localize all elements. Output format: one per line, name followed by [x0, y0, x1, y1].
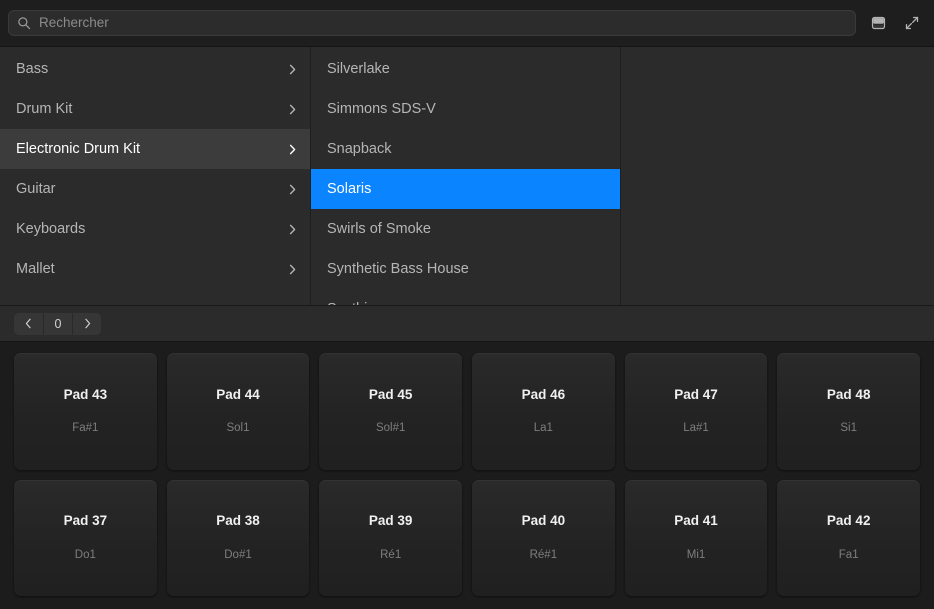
- chevron-right-icon[interactable]: [287, 144, 298, 155]
- collapse-arrows-icon[interactable]: [900, 11, 924, 35]
- pad-note: Fa#1: [72, 422, 99, 435]
- pad-button[interactable]: Pad 47 La#1: [624, 353, 768, 470]
- pad-button[interactable]: Pad 40 Ré#1: [472, 479, 615, 596]
- pad-name: Pad 48: [826, 386, 871, 402]
- plugin-window: Bass Drum Kit Electronic Drum Kit Guitar Key…: [0, 0, 934, 609]
- pad-note: Si1: [840, 422, 857, 435]
- preset-label: Simmons SDS-V: [327, 101, 436, 117]
- preset-row[interactable]: Swirls of Smoke: [311, 209, 620, 249]
- preset-row[interactable]: Synthia: [311, 289, 620, 305]
- preset-row[interactable]: Silverlake: [311, 49, 620, 89]
- preset-label: Swirls of Smoke: [327, 221, 431, 237]
- preset-list: Silverlake Simmons SDS-V Snapback Solaris Sw…: [311, 47, 620, 305]
- category-label: Drum Kit: [16, 101, 73, 117]
- page-number[interactable]: 0: [43, 312, 72, 335]
- pad-name: Pad 42: [826, 513, 871, 529]
- pad-name: Pad 41: [674, 513, 718, 529]
- preset-row[interactable]: Simmons SDS-V: [311, 89, 620, 129]
- category-row[interactable]: Guitar: [0, 169, 310, 209]
- pad-name: Pad 38: [216, 513, 260, 529]
- pad-name: Pad 43: [63, 386, 108, 402]
- category-label: Guitar: [16, 181, 56, 197]
- preset-column[interactable]: Silverlake Simmons SDS-V Snapback Solaris Sw…: [311, 47, 621, 305]
- category-label: Electronic Drum Kit: [16, 141, 141, 157]
- pad-grid: Pad 43 Fa#1 Pad 44 Sol1 Pad 45 Sol#1 Pad 46 La1…: [0, 342, 934, 609]
- category-label: Mallet: [16, 261, 55, 277]
- pagination-bar: 0: [0, 305, 934, 342]
- pad-note: Fa1: [838, 548, 859, 561]
- category-column[interactable]: Bass Drum Kit Electronic Drum Kit Guitar Key…: [0, 47, 311, 305]
- pad-name: Pad 45: [368, 386, 413, 402]
- preset-label: Synthia: [327, 301, 608, 305]
- pad-button[interactable]: Pad 39 Ré1: [319, 479, 463, 596]
- category-row[interactable]: Mallet: [0, 249, 310, 289]
- pad-button[interactable]: Pad 44 Sol1: [166, 353, 310, 470]
- pad-note: Ré#1: [529, 548, 558, 561]
- pad-name: Pad 47: [674, 386, 718, 402]
- pad-note: Mi1: [686, 548, 706, 561]
- search-input[interactable]: [39, 11, 847, 35]
- pad-button[interactable]: Pad 38 Do#1: [166, 479, 310, 596]
- pad-note: Do1: [74, 548, 96, 561]
- top-toolbar: [0, 0, 934, 46]
- pad-button[interactable]: Pad 43 Fa#1: [14, 353, 157, 470]
- chevron-right-icon[interactable]: [287, 184, 298, 195]
- preset-row[interactable]: Solaris: [311, 169, 620, 209]
- preset-row[interactable]: Snapback: [311, 129, 620, 169]
- category-row[interactable]: Keyboards: [0, 209, 310, 249]
- pad-name: Pad 40: [521, 513, 566, 529]
- pad-name: Pad 39: [368, 513, 413, 529]
- pad-note: Ré1: [380, 548, 402, 561]
- preset-label: Solaris: [327, 181, 372, 197]
- pad-note: La#1: [683, 422, 709, 435]
- detail-column[interactable]: [621, 47, 934, 305]
- search-icon: [17, 16, 31, 30]
- preset-label: Silverlake: [327, 61, 390, 77]
- preset-row[interactable]: Synthetic Bass House: [311, 249, 620, 289]
- pad-name: Pad 46: [521, 386, 566, 402]
- search-field[interactable]: [8, 10, 856, 36]
- category-row[interactable]: Drum Kit: [0, 89, 310, 129]
- pad-row: Pad 43 Fa#1 Pad 44 Sol1 Pad 45 Sol#1 Pad 46 La1…: [14, 353, 921, 470]
- pad-name: Pad 44: [216, 386, 260, 402]
- chevron-right-icon[interactable]: [287, 224, 298, 235]
- category-label: Bass: [16, 61, 49, 77]
- chevron-right-icon[interactable]: [287, 264, 298, 275]
- pad-note: Do#1: [224, 548, 252, 561]
- category-label: Keyboards: [16, 221, 86, 237]
- category-row[interactable]: Electronic Drum Kit: [0, 129, 310, 169]
- pad-note: La1: [533, 422, 553, 435]
- pad-button[interactable]: Pad 46 La1: [472, 353, 615, 470]
- pagination-control: 0: [14, 312, 101, 335]
- pad-button[interactable]: Pad 37 Do1: [14, 479, 157, 596]
- browser-columns: Bass Drum Kit Electronic Drum Kit Guitar Key…: [0, 46, 934, 305]
- pad-note: Sol1: [226, 422, 250, 435]
- chevron-left-icon[interactable]: [14, 313, 43, 335]
- pad-button[interactable]: Pad 42 Fa1: [777, 479, 921, 596]
- chevron-right-icon[interactable]: [72, 312, 101, 335]
- pad-row: Pad 37 Do1 Pad 38 Do#1 Pad 39 Ré1 Pad 40 Ré#1 Pa…: [14, 479, 921, 596]
- pad-button[interactable]: Pad 41 Mi1: [624, 479, 768, 596]
- preset-label: Synthetic Bass House: [327, 261, 469, 277]
- category-row[interactable]: Bass: [0, 49, 310, 89]
- pad-name: Pad 37: [63, 513, 108, 529]
- preset-label: Snapback: [327, 141, 392, 157]
- panel-view-icon[interactable]: [866, 11, 890, 35]
- pad-note: Sol#1: [375, 422, 406, 435]
- category-list: Bass Drum Kit Electronic Drum Kit Guitar Key…: [0, 47, 310, 289]
- pad-button[interactable]: Pad 48 Si1: [777, 353, 921, 470]
- chevron-right-icon[interactable]: [287, 104, 298, 115]
- chevron-right-icon[interactable]: [287, 64, 298, 75]
- pad-button[interactable]: Pad 45 Sol#1: [319, 353, 463, 470]
